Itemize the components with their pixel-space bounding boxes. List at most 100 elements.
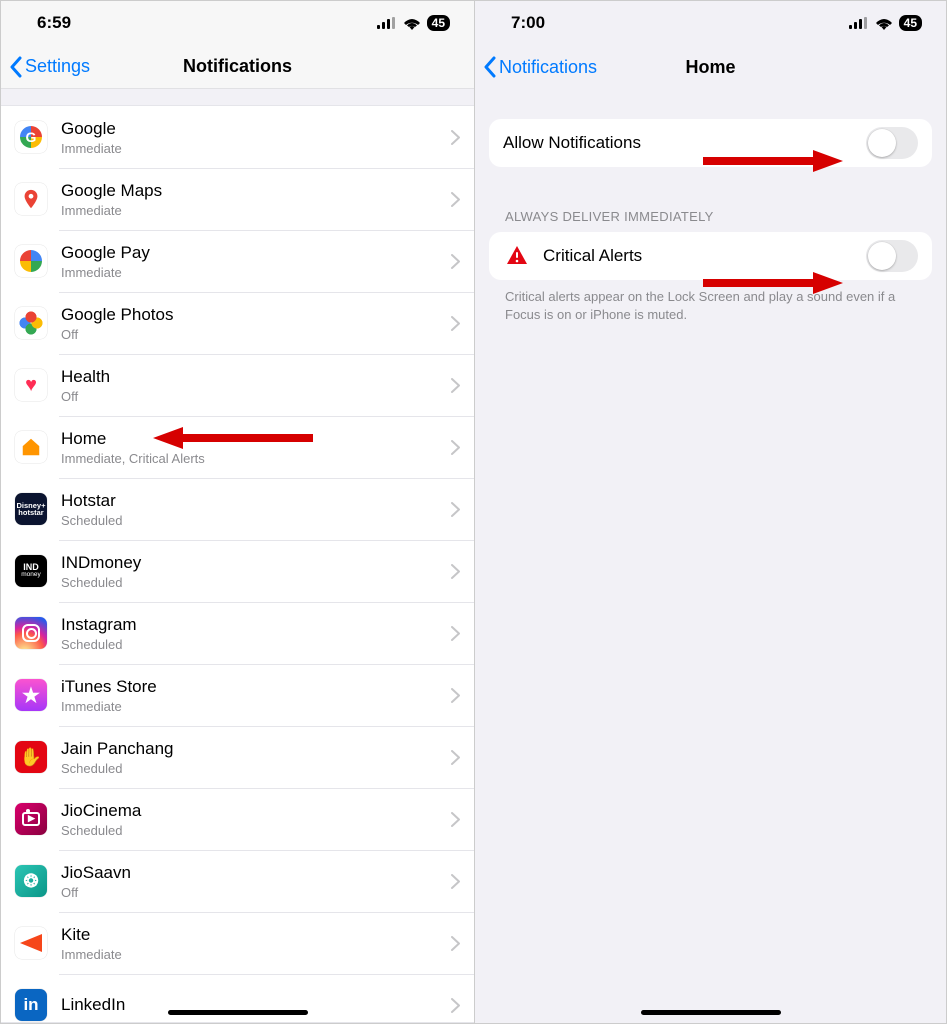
app-detail: Immediate	[61, 265, 445, 280]
app-detail: Scheduled	[61, 513, 445, 528]
app-title: Google Maps	[61, 180, 445, 201]
jain-icon: ✋	[15, 741, 47, 773]
gpay-icon	[15, 245, 47, 277]
app-detail: Scheduled	[61, 575, 445, 590]
nav-bar: Notifications Home	[475, 45, 946, 89]
allow-notifications-toggle[interactable]	[866, 127, 918, 159]
app-row-jiocinema[interactable]: JioCinema Scheduled	[1, 788, 474, 850]
jiosaavn-icon: ❂	[15, 865, 47, 897]
warning-triangle-icon	[503, 242, 531, 270]
app-detail: Scheduled	[61, 637, 445, 652]
chevron-left-icon	[483, 56, 497, 78]
app-row-text: Google Immediate	[61, 118, 445, 155]
app-row-gmaps[interactable]: Google Maps Immediate	[1, 168, 474, 230]
jiocinema-icon	[15, 803, 47, 835]
app-title: JioSaavn	[61, 862, 445, 883]
app-row-text: Kite Immediate	[61, 924, 445, 961]
chevron-right-icon	[451, 254, 460, 269]
app-row-indmoney[interactable]: INDmoney INDmoney Scheduled	[1, 540, 474, 602]
app-row-jain[interactable]: ✋ Jain Panchang Scheduled	[1, 726, 474, 788]
app-row-gphotos[interactable]: Google PhotosOff	[1, 292, 474, 354]
app-row-linkedin[interactable]: inLinkedIn	[1, 974, 474, 1023]
app-row-text: Jain Panchang Scheduled	[61, 738, 445, 775]
app-detail: Scheduled	[61, 823, 445, 838]
app-notifications-list[interactable]: GoogleImmediateGoogle MapsImmediateGoogl…	[1, 105, 474, 1023]
app-title: Kite	[61, 924, 445, 945]
app-detail: Immediate, Critical Alerts	[61, 451, 445, 466]
back-label: Settings	[25, 56, 90, 77]
app-row-home[interactable]: Home Immediate, Critical Alerts	[1, 416, 474, 478]
app-title: Hotstar	[61, 490, 445, 511]
app-row-health[interactable]: ♥ HealthOff	[1, 354, 474, 416]
app-detail: Off	[61, 327, 445, 342]
section-header: ALWAYS DELIVER IMMEDIATELY	[489, 209, 932, 232]
app-row-text: Google Maps Immediate	[61, 180, 445, 217]
app-row-text: Instagram Scheduled	[61, 614, 445, 651]
chevron-right-icon	[451, 440, 460, 455]
app-row-text: Hotstar Scheduled	[61, 490, 445, 527]
app-row-jiosaavn[interactable]: ❂ JioSaavn Off	[1, 850, 474, 912]
critical-alerts-card: Critical Alerts	[489, 232, 932, 280]
chevron-right-icon	[451, 564, 460, 579]
google-icon	[15, 121, 47, 153]
allow-notifications-row[interactable]: Allow Notifications	[489, 119, 932, 167]
app-title: Jain Panchang	[61, 738, 445, 759]
app-row-gpay[interactable]: Google PayImmediate	[1, 230, 474, 292]
app-detail: Scheduled	[61, 761, 445, 776]
kite-icon	[15, 927, 47, 959]
app-row-text: JioSaavn Off	[61, 862, 445, 899]
chevron-right-icon	[451, 688, 460, 703]
home-indicator	[168, 1010, 308, 1015]
status-time: 7:00	[511, 13, 545, 33]
status-indicators: 45	[377, 15, 450, 31]
app-title: Google	[61, 118, 445, 139]
app-row-text: JioCinema Scheduled	[61, 800, 445, 837]
app-title: Health	[61, 366, 445, 387]
app-row-text: HealthOff	[61, 366, 445, 403]
back-button[interactable]: Notifications	[483, 56, 597, 78]
app-detail: Immediate	[61, 141, 445, 156]
linkedin-icon: in	[15, 989, 47, 1021]
battery-icon: 45	[427, 15, 450, 31]
app-detail: Immediate	[61, 947, 445, 962]
critical-alerts-row[interactable]: Critical Alerts	[489, 232, 932, 280]
app-detail: Immediate	[61, 203, 445, 218]
critical-alerts-footer: Critical alerts appear on the Lock Scree…	[489, 280, 932, 323]
chevron-right-icon	[451, 378, 460, 393]
back-button[interactable]: Settings	[9, 56, 90, 78]
app-row-instagram[interactable]: Instagram Scheduled	[1, 602, 474, 664]
status-time: 6:59	[37, 13, 71, 33]
nav-bar: Settings Notifications	[1, 45, 474, 89]
itunes-icon: ★	[15, 679, 47, 711]
critical-alerts-toggle[interactable]	[866, 240, 918, 272]
app-title: Home	[61, 428, 445, 449]
app-row-text: Google PayImmediate	[61, 242, 445, 279]
app-row-text: iTunes StoreImmediate	[61, 676, 445, 713]
app-title: Instagram	[61, 614, 445, 635]
indmoney-icon: INDmoney	[15, 555, 47, 587]
app-row-google[interactable]: Google Immediate	[1, 106, 474, 168]
cellular-icon	[377, 17, 397, 29]
instagram-icon	[15, 617, 47, 649]
chevron-right-icon	[451, 130, 460, 145]
app-title: INDmoney	[61, 552, 445, 573]
app-row-itunes[interactable]: ★ iTunes StoreImmediate	[1, 664, 474, 726]
gphotos-icon	[15, 307, 47, 339]
chevron-right-icon	[451, 936, 460, 951]
allow-notifications-card: Allow Notifications	[489, 119, 932, 167]
battery-icon: 45	[899, 15, 922, 31]
app-row-kite[interactable]: Kite Immediate	[1, 912, 474, 974]
status-indicators: 45	[849, 15, 922, 31]
health-icon: ♥	[15, 369, 47, 401]
app-row-text: Google PhotosOff	[61, 304, 445, 341]
screen-home-notifications: 7:00 45 Notifications Home Allow Notific…	[475, 1, 946, 1023]
screen-notifications-list: 6:59 45 Settings Notifications Google Imm…	[1, 1, 475, 1023]
app-detail: Off	[61, 885, 445, 900]
chevron-right-icon	[451, 750, 460, 765]
status-bar: 6:59 45	[1, 1, 474, 45]
critical-alerts-label: Critical Alerts	[543, 246, 866, 266]
app-title: JioCinema	[61, 800, 445, 821]
wifi-icon	[403, 17, 421, 30]
app-row-hotstar[interactable]: Disney+hotstarHotstarScheduled	[1, 478, 474, 540]
app-row-text: INDmoney Scheduled	[61, 552, 445, 589]
